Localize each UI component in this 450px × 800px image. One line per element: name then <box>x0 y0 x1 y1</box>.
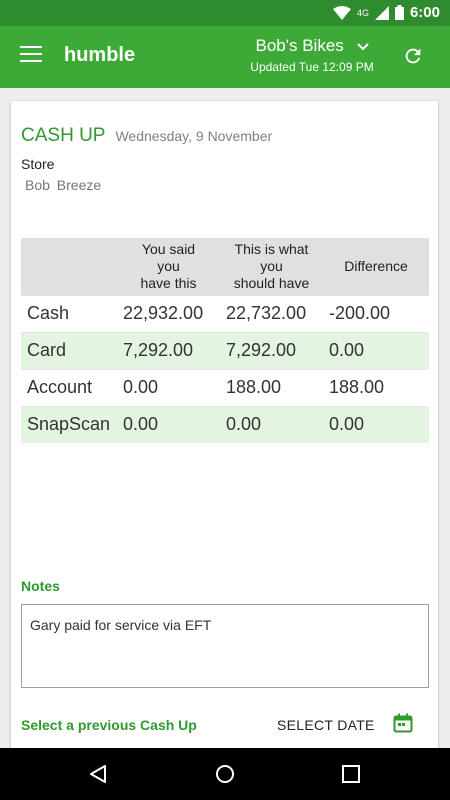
row-label: Cash <box>21 294 117 332</box>
store-selector[interactable]: Bob's Bikes Updated Tue 12:09 PM <box>232 36 392 74</box>
cashup-title: CASH UP <box>21 125 106 146</box>
system-nav-bar <box>0 748 450 800</box>
table-header-empty <box>21 238 117 295</box>
should-value: 7,292.00 <box>220 331 323 369</box>
updated-timestamp: Updated Tue 12:09 PM <box>250 60 374 74</box>
said-value: 0.00 <box>117 405 220 443</box>
should-value: 0.00 <box>220 405 323 443</box>
status-bar: 4G 6:00 <box>0 0 450 26</box>
cashup-header: CASH UP Wednesday, 9 November <box>21 125 272 147</box>
difference-value: 0.00 <box>323 331 429 369</box>
previous-cashup-link[interactable]: Select a previous Cash Up <box>21 717 197 733</box>
chevron-down-icon <box>356 43 369 51</box>
store-value: Bob Breeze <box>25 177 102 193</box>
table-row: Cash 22,932.00 22,732.00 -200.00 <box>21 294 429 332</box>
cashup-date: Wednesday, 9 November <box>115 128 273 144</box>
said-value: 0.00 <box>117 368 220 406</box>
said-value: 22,932.00 <box>117 294 220 332</box>
table-header-said: You said you have this <box>117 238 220 295</box>
notes-label: Notes <box>21 578 60 594</box>
store-name: Bob's Bikes <box>232 36 392 56</box>
hamburger-icon[interactable] <box>20 46 42 64</box>
calendar-icon[interactable] <box>393 713 413 733</box>
refresh-icon[interactable] <box>402 45 424 67</box>
wifi-icon <box>332 5 351 20</box>
table-header-said-text: You said you have this <box>140 240 197 291</box>
table-row: Card 7,292.00 7,292.00 0.00 <box>21 331 429 369</box>
table-header-difference-text: Difference <box>344 257 408 274</box>
should-value: 188.00 <box>220 368 323 406</box>
table-header-difference: Difference <box>323 238 429 295</box>
back-icon[interactable] <box>88 764 108 784</box>
difference-value: -200.00 <box>323 294 429 332</box>
row-label: SnapScan <box>21 405 117 443</box>
notes-field[interactable]: Gary paid for service via EFT <box>21 604 429 688</box>
row-label: Card <box>21 331 117 369</box>
network-type: 4G <box>356 7 369 18</box>
table-header-row: You said you have this This is what you … <box>21 238 429 295</box>
table-row: SnapScan 0.00 0.00 0.00 <box>21 405 429 443</box>
table-header-should-text: This is what you should have <box>233 240 310 291</box>
should-value: 22,732.00 <box>220 294 323 332</box>
store-label: Store <box>21 156 55 172</box>
home-icon[interactable] <box>215 764 235 784</box>
status-time: 6:00 <box>409 4 440 21</box>
cashup-card: CASH UP Wednesday, 9 November Store Bob … <box>11 101 438 756</box>
said-value: 7,292.00 <box>117 331 220 369</box>
store-name-label: Bob's Bikes <box>255 36 344 55</box>
status-indicators: 4G 6:00 <box>332 4 440 21</box>
difference-value: 0.00 <box>323 405 429 443</box>
select-date-button[interactable]: SELECT DATE <box>277 717 375 733</box>
row-label: Account <box>21 368 117 406</box>
app-title: humble <box>64 44 136 66</box>
table-row: Account 0.00 188.00 188.00 <box>21 368 429 406</box>
app-bar: humble Bob's Bikes Updated Tue 12:09 PM <box>0 26 450 88</box>
battery-icon <box>394 5 404 20</box>
difference-value: 188.00 <box>323 368 429 406</box>
cashup-table: You said you have this This is what you … <box>21 238 429 443</box>
table-header-should: This is what you should have <box>220 238 323 295</box>
signal-icon <box>374 5 389 20</box>
recents-icon[interactable] <box>342 765 360 783</box>
